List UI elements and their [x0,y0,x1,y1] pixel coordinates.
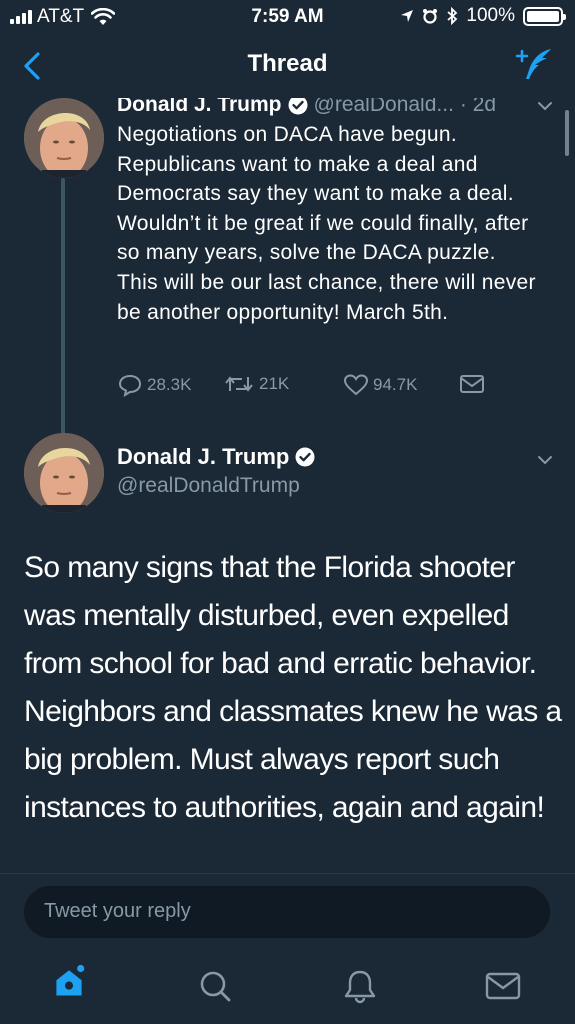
page-title: Thread [247,50,328,77]
avatar-image [24,433,104,513]
avatar-image [24,98,104,178]
nav-bar: Thread [0,34,575,98]
avatar[interactable] [24,433,104,513]
location-icon [401,10,414,22]
reply-icon [118,374,142,397]
screen: AT&T 7:59 AM 100% Thread Donald J. Trump… [0,0,575,1024]
search-icon[interactable] [195,968,235,1004]
like-count: 94.7K [373,375,418,394]
author-handle[interactable]: @realDonaldTrump [117,474,300,498]
reply-button[interactable]: 28.3K [117,373,191,397]
author-handle[interactable]: @realDonald... [314,98,454,117]
battery-percent: 100% [466,5,515,26]
author-name[interactable]: Donald J. Trump [117,444,289,470]
alarm-icon [423,9,438,24]
tweet-actions: 28.3K 21K 94.7K [117,373,497,399]
reply-count: 28.3K [147,375,192,394]
reply-placeholder: Tweet your reply [44,900,191,922]
direct-message-button[interactable] [459,373,485,395]
reply-bar: Tweet your reply [0,873,575,950]
chevron-down-icon[interactable] [537,454,553,466]
author-name[interactable]: Donald J. Trump [117,98,282,117]
tweet-header: Donald J. Trump @realDonald... · 2d [117,98,496,117]
status-right: 100% [400,5,566,27]
bluetooth-icon [447,7,458,25]
retweet-button[interactable]: 21K [223,373,289,395]
envelope-icon [460,375,484,393]
scrollbar[interactable] [565,110,569,156]
heart-icon [343,374,369,396]
reply-input[interactable]: Tweet your reply [24,886,550,938]
tweet-text: So many signs that the Florida shooter w… [24,551,562,824]
like-button[interactable]: 94.7K [343,373,417,397]
retweet-icon [225,376,253,392]
verified-badge-icon [288,98,308,115]
tab-bar [0,950,575,1024]
messages-icon[interactable] [483,968,523,1004]
compose-tweet-icon[interactable] [515,46,555,82]
tweet-header: Donald J. Trump [117,444,321,470]
retweet-count: 21K [259,374,290,393]
avatar[interactable] [24,98,104,178]
tweet-age: · 2d [459,98,497,116]
status-bar: AT&T 7:59 AM 100% [0,0,575,34]
battery-icon [523,6,566,26]
tweet-text: Negotiations on DACA have begun. Republi… [117,123,536,324]
notifications-icon[interactable] [340,968,380,1004]
home-icon[interactable] [49,964,89,1000]
chevron-down-icon[interactable] [537,100,553,112]
verified-badge-icon [295,447,315,467]
thread-content[interactable]: Donald J. Trump @realDonald... · 2d Nego… [0,98,575,873]
